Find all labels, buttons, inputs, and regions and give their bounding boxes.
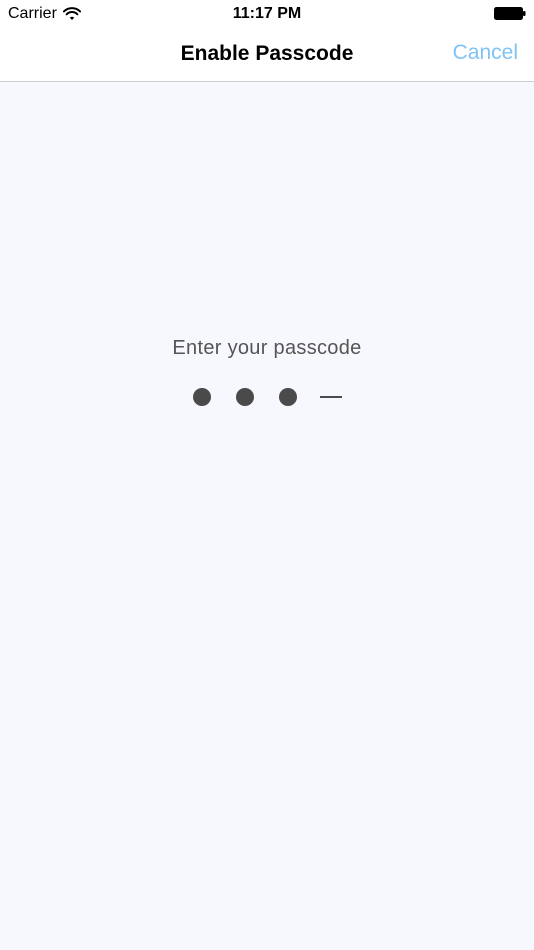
cancel-button[interactable]: Cancel xyxy=(453,41,518,65)
passcode-slot-empty xyxy=(320,386,342,408)
empty-dash-icon xyxy=(320,396,342,398)
status-time: 11:17 PM xyxy=(232,5,302,22)
navigation-bar: Enable Passcode Cancel xyxy=(0,28,534,82)
passcode-screen: Enter your passcode xyxy=(0,82,534,950)
passcode-slot-filled xyxy=(277,386,299,408)
battery-icon xyxy=(494,7,526,20)
filled-dot-icon xyxy=(236,388,254,406)
passcode-slot-filled xyxy=(234,386,256,408)
passcode-slot-filled xyxy=(191,386,213,408)
passcode-indicator xyxy=(191,386,351,408)
filled-dot-icon xyxy=(279,388,297,406)
status-bar: Carrier 11:17 PM xyxy=(0,0,534,28)
passcode-prompt: Enter your passcode xyxy=(172,337,362,359)
filled-dot-icon xyxy=(193,388,211,406)
